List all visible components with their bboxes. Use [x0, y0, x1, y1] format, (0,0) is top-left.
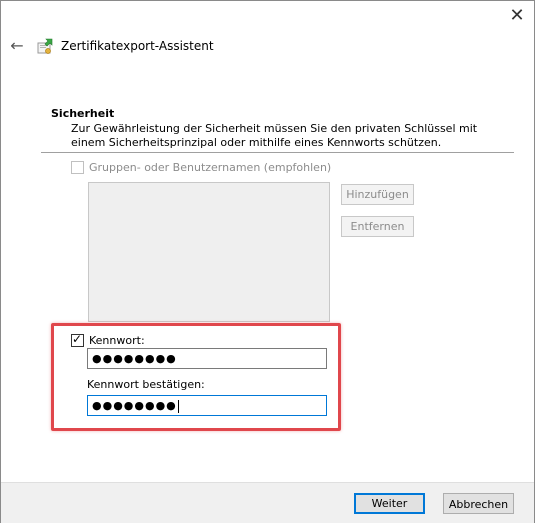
cancel-button[interactable]: Abbrechen	[443, 493, 514, 514]
back-arrow-icon[interactable]: ←	[8, 37, 26, 55]
add-principal-button[interactable]: Hinzufügen	[341, 184, 414, 205]
group-principal-checkbox[interactable]	[71, 160, 84, 174]
remove-principal-button[interactable]: Entfernen	[341, 216, 414, 237]
password-checkbox-row: ✓ Kennwort:	[71, 332, 145, 348]
group-principal-checkbox-row: Gruppen- oder Benutzernamen (empfohlen)	[71, 159, 331, 175]
checkmark-icon: ✓	[72, 331, 83, 346]
principal-list[interactable]	[88, 182, 330, 322]
password-field[interactable]: ●●●●●●●●	[87, 348, 327, 369]
footer-bar: Weiter Abbrechen	[1, 482, 534, 523]
section-heading: Sicherheit	[51, 107, 115, 120]
text-caret	[177, 399, 179, 413]
wizard-window: ✕ ← Zertifikatexport-Assistent Sicherhei…	[0, 0, 535, 523]
password-value: ●●●●●●●●	[92, 352, 177, 365]
confirm-password-value: ●●●●●●●●	[92, 399, 177, 412]
certificate-wizard-icon	[37, 37, 55, 55]
password-label: Kennwort:	[89, 333, 145, 347]
section-description: Zur Gewährleistung der Sicherheit müssen…	[71, 122, 478, 149]
confirm-password-label: Kennwort bestätigen:	[87, 378, 205, 391]
group-principal-label: Gruppen- oder Benutzernamen (empfohlen)	[89, 160, 332, 174]
close-icon[interactable]: ✕	[500, 1, 534, 31]
confirm-password-field[interactable]: ●●●●●●●●	[87, 395, 327, 416]
divider	[41, 152, 514, 153]
password-checkbox[interactable]: ✓	[71, 331, 84, 347]
next-button[interactable]: Weiter	[354, 493, 425, 514]
wizard-title: Zertifikatexport-Assistent	[61, 39, 214, 53]
